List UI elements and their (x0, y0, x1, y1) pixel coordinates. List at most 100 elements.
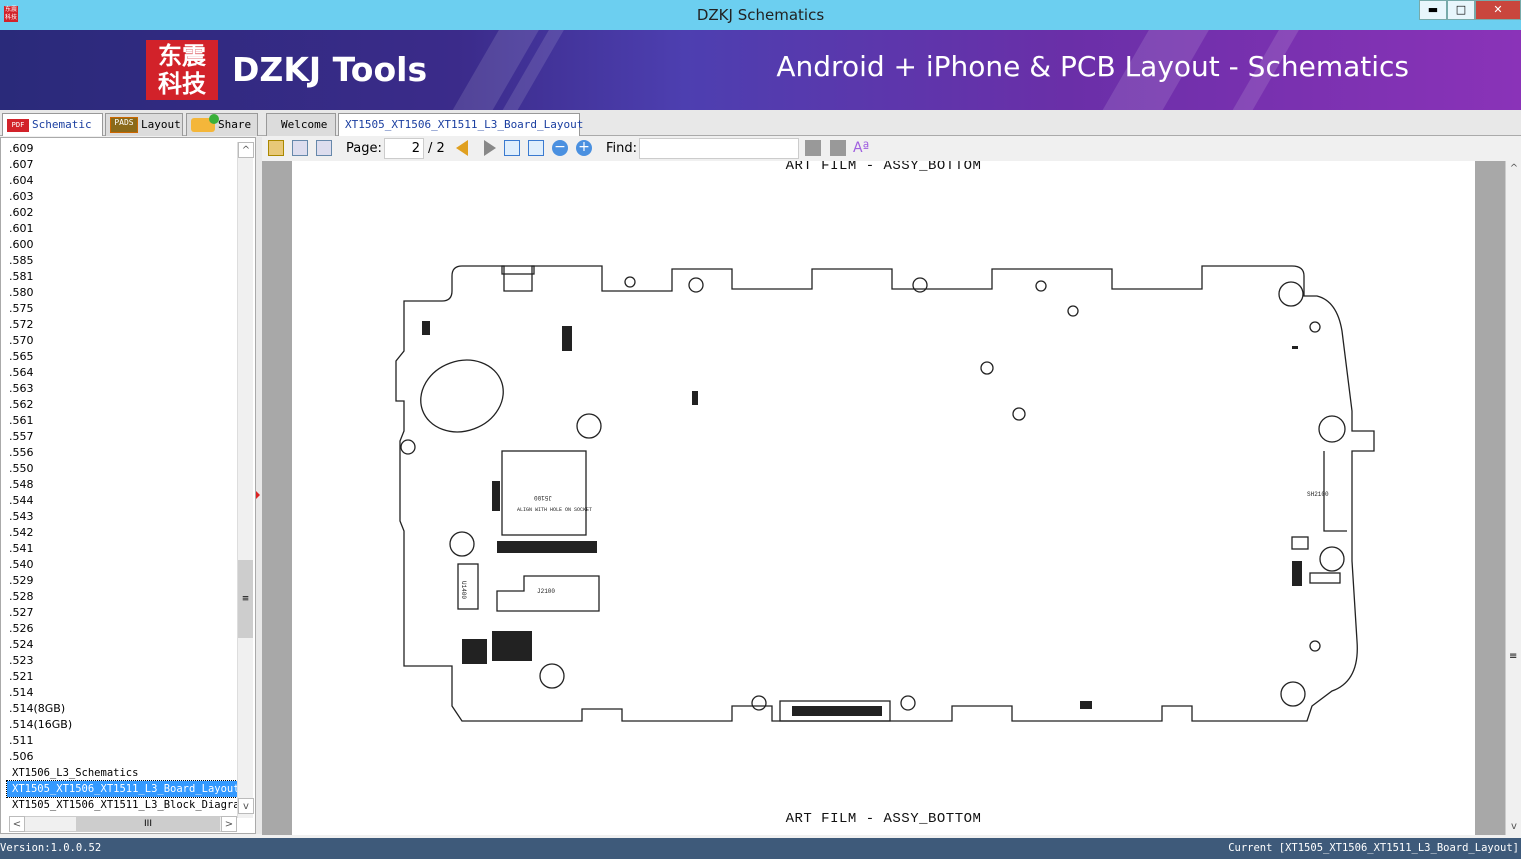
file-list-item[interactable]: .506 (7, 749, 237, 765)
board-outline-drawing: SH2000 J5100 ALIGN WITH HOLE ON SOCKET U… (395, 265, 1375, 722)
file-list-item[interactable]: .543 (7, 509, 237, 525)
copy-page-icon[interactable] (292, 140, 308, 156)
viewer-scroll-grip[interactable]: ≡ (1509, 651, 1517, 662)
file-list-item[interactable]: .523 (7, 653, 237, 669)
horizontal-scrollbar[interactable]: < III > (9, 816, 237, 832)
file-list-item[interactable]: .526 (7, 621, 237, 637)
viewer-scroll-up[interactable]: ^ (1506, 161, 1521, 177)
fit-width-icon[interactable] (504, 140, 520, 156)
file-list-item[interactable]: .607 (7, 157, 237, 173)
status-bar: Version:1.0.0.52 Current [XT1505_XT1506_… (0, 838, 1521, 859)
file-list-item[interactable]: .548 (7, 477, 237, 493)
find-next-icon[interactable] (830, 140, 846, 156)
file-list-item[interactable]: .521 (7, 669, 237, 685)
match-case-icon[interactable]: Aª (853, 140, 869, 156)
page-title-bottom: ART FILM - ASSY_BOTTOM (785, 811, 982, 827)
zoom-in-icon[interactable]: + (576, 140, 592, 156)
find-previous-icon[interactable] (805, 140, 821, 156)
window-title: DZKJ Schematics (696, 6, 825, 24)
current-document-text: Current [XT1505_XT1506_XT1511_L3_Board_L… (1228, 842, 1519, 854)
file-list-item[interactable]: .604 (7, 173, 237, 189)
document-viewer[interactable]: ART FILM - ASSY_BOTTOM SH2000 J5100 ALIG… (262, 161, 1505, 835)
pads-icon: PADS (110, 117, 138, 133)
pdf-icon: PDF (7, 118, 29, 132)
scroll-up-button[interactable]: ^ (238, 142, 254, 158)
file-list-item[interactable]: .565 (7, 349, 237, 365)
previous-page-icon[interactable] (456, 140, 468, 156)
version-text: Version:1.0.0.52 (0, 842, 102, 854)
file-list-item[interactable]: .524 (7, 637, 237, 653)
file-list-item[interactable]: .603 (7, 189, 237, 205)
scroll-left-button[interactable]: < (9, 816, 25, 832)
file-list: .609.607.604.603.602.601.600.585.581.580… (6, 141, 246, 813)
file-list-item[interactable]: XT1505_XT1506_XT1511_L3_Board_Layout (6, 780, 240, 798)
file-list-item[interactable]: .562 (7, 397, 237, 413)
file-list-item[interactable]: .600 (7, 237, 237, 253)
file-list-item[interactable]: .511 (7, 733, 237, 749)
file-list-item[interactable]: .550 (7, 461, 237, 477)
file-list-item[interactable]: .564 (7, 365, 237, 381)
board-label: J5100 (534, 494, 552, 501)
file-list-item[interactable]: .570 (7, 333, 237, 349)
file-list-item[interactable]: .572 (7, 317, 237, 333)
banner: 东震 科技 DZKJ Tools Android + iPhone & PCB L… (0, 30, 1521, 110)
page-total: / 2 (428, 141, 445, 156)
scroll-down-button[interactable]: v (238, 798, 254, 814)
file-list-item[interactable]: .602 (7, 205, 237, 221)
tab-board-layout[interactable]: XT1505_XT1506_XT1511_L3_Board_Layout ✕ (338, 113, 583, 152)
file-list-item[interactable]: .580 (7, 285, 237, 301)
board-label: J2100 (537, 588, 555, 595)
copy-icon[interactable] (268, 140, 284, 156)
file-list-item[interactable]: .585 (7, 253, 237, 269)
copy-all-icon[interactable] (316, 140, 332, 156)
zoom-out-icon[interactable]: − (552, 140, 568, 156)
file-list-item[interactable]: .527 (7, 605, 237, 621)
file-list-item[interactable]: .575 (7, 301, 237, 317)
file-list-item[interactable]: .541 (7, 541, 237, 557)
tab-layout[interactable]: PADS Layout (105, 113, 183, 136)
tab-welcome[interactable]: Welcome (266, 113, 336, 136)
file-list-item[interactable]: .581 (7, 269, 237, 285)
file-list-item[interactable]: .561 (7, 413, 237, 429)
close-button[interactable]: ✕ (1475, 0, 1521, 20)
file-list-item[interactable]: .514(8GB) (7, 701, 237, 717)
scroll-right-button[interactable]: > (221, 816, 237, 832)
maximize-button[interactable]: □ (1447, 0, 1475, 20)
file-list-item[interactable]: .563 (7, 381, 237, 397)
file-list-item[interactable]: .529 (7, 573, 237, 589)
slogan: Android + iPhone & PCB Layout - Schemati… (776, 50, 1409, 83)
file-list-item[interactable]: XT1505_XT1506_XT1511_L3_Block_Diagram (7, 797, 246, 813)
file-list-item[interactable]: .609 (7, 141, 237, 157)
vertical-scrollbar[interactable]: ^ ≡ v (237, 142, 254, 818)
title-bar: 东震 科技 DZKJ Schematics ▬ □ ✕ (0, 0, 1521, 30)
scroll-thumb[interactable]: ≡ (238, 560, 253, 638)
board-label: U1400 (460, 581, 467, 599)
file-list-item[interactable]: XT1506_L3_Schematics (7, 765, 237, 781)
viewer-scrollbar[interactable]: ^ ≡ v (1505, 161, 1521, 835)
fit-page-icon[interactable] (528, 140, 544, 156)
page-input[interactable] (384, 138, 424, 159)
logo: 东震 科技 (146, 40, 218, 100)
page-label: Page: (346, 141, 382, 156)
file-list-item[interactable]: .514(16GB) (7, 717, 237, 733)
file-list-item[interactable]: .542 (7, 525, 237, 541)
file-list-item[interactable]: .528 (7, 589, 237, 605)
hscroll-thumb[interactable]: III (76, 817, 220, 831)
app-icon: 东震 科技 (4, 6, 18, 22)
file-list-panel: .609.607.604.603.602.601.600.585.581.580… (0, 137, 256, 834)
file-list-item[interactable]: .514 (7, 685, 237, 701)
file-list-item[interactable]: .544 (7, 493, 237, 509)
viewer-scroll-down[interactable]: v (1506, 819, 1521, 835)
file-list-item[interactable]: .556 (7, 445, 237, 461)
file-list-item[interactable]: .601 (7, 221, 237, 237)
minimize-button[interactable]: ▬ (1419, 0, 1447, 20)
find-input[interactable] (639, 138, 799, 159)
next-page-icon[interactable] (484, 140, 496, 156)
board-label: SH2100 (1307, 491, 1329, 498)
tab-share[interactable]: Share (186, 113, 258, 136)
file-list-item[interactable]: .540 (7, 557, 237, 573)
file-list-item[interactable]: .557 (7, 429, 237, 445)
tab-schematic[interactable]: PDF Schematic (2, 113, 103, 136)
board-label: ALIGN WITH HOLE ON SOCKET (517, 507, 592, 513)
tab-bar: PDF Schematic PADS Layout Share Welcome XT… (0, 110, 1521, 152)
